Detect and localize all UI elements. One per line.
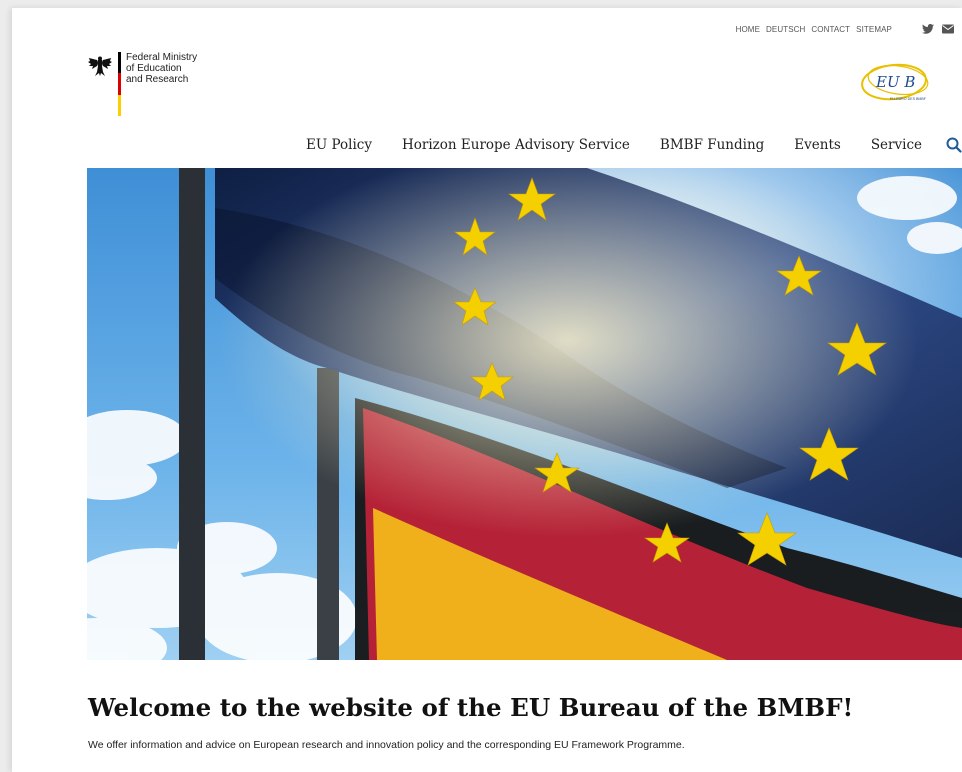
ministry-name: Federal Ministry of Education and Resear… bbox=[126, 52, 216, 116]
german-flag-bar bbox=[118, 52, 121, 116]
nav-item-horizon-europe-advisory-service[interactable]: Horizon Europe Advisory Service bbox=[402, 137, 630, 153]
hero-flags-illustration bbox=[87, 168, 962, 660]
social-icons bbox=[922, 23, 954, 35]
utility-link-contact[interactable]: CONTACT bbox=[811, 25, 850, 34]
eub-logo-subtext: EU-BÜRO DES BMBF bbox=[890, 97, 927, 101]
page: HOME DEUTSCH CONTACT SITEMAP Federal Min… bbox=[12, 8, 962, 772]
ministry-logo[interactable]: Federal Ministry of Education and Resear… bbox=[88, 52, 216, 116]
page-headline: Welcome to the website of the EU Bureau … bbox=[88, 693, 854, 722]
eub-logo-text: EU B bbox=[875, 73, 915, 91]
utility-links: HOME DEUTSCH CONTACT SITEMAP bbox=[736, 25, 892, 34]
twitter-icon[interactable] bbox=[922, 23, 934, 35]
main-nav: EU Policy Horizon Europe Advisory Servic… bbox=[306, 135, 962, 155]
utility-link-deutsch[interactable]: DEUTSCH bbox=[766, 25, 805, 34]
federal-eagle-icon bbox=[88, 56, 112, 76]
ministry-line-3: and Research bbox=[126, 74, 189, 85]
intro-text: We offer information and advice on Europ… bbox=[88, 739, 685, 751]
eu-bureau-logo[interactable]: EU B EU-BÜRO DES BMBF bbox=[852, 56, 940, 108]
utility-bar: HOME DEUTSCH CONTACT SITEMAP bbox=[736, 22, 954, 36]
nav-item-eu-policy[interactable]: EU Policy bbox=[306, 137, 372, 153]
utility-link-home[interactable]: HOME bbox=[736, 25, 760, 34]
hero-image bbox=[87, 168, 962, 660]
mail-icon[interactable] bbox=[942, 23, 954, 35]
nav-item-service[interactable]: Service bbox=[871, 137, 922, 153]
utility-link-sitemap[interactable]: SITEMAP bbox=[856, 25, 892, 34]
nav-item-events[interactable]: Events bbox=[794, 137, 841, 153]
search-icon[interactable] bbox=[946, 137, 962, 153]
nav-item-bmbf-funding[interactable]: BMBF Funding bbox=[660, 137, 764, 153]
ministry-line-2: of Education bbox=[126, 63, 182, 74]
ministry-line-1: Federal Ministry bbox=[126, 52, 198, 63]
